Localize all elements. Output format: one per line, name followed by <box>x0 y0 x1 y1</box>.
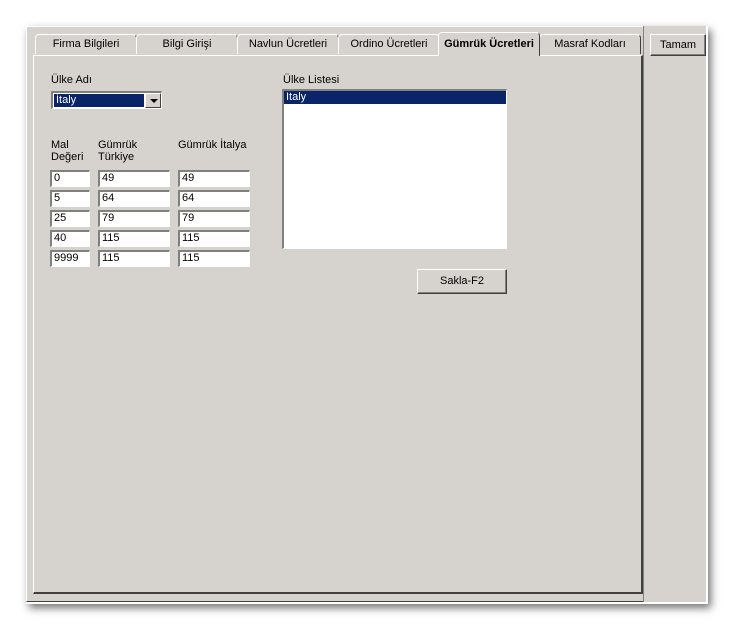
mal-degeri-input[interactable]: 40 <box>50 230 90 247</box>
header-mal-degeri: Mal Değeri <box>51 139 84 163</box>
country-select-value: İtaly <box>53 93 145 108</box>
header-gumruk-italya: Gümrük İtalya <box>178 139 247 151</box>
country-select[interactable]: İtaly <box>51 91 162 109</box>
gumruk-italya-input[interactable]: 49 <box>178 170 250 187</box>
country-listbox[interactable]: Italy <box>282 89 507 249</box>
mal-degeri-input[interactable]: 5 <box>50 190 90 207</box>
gumruk-italya-input[interactable]: 115 <box>178 230 250 247</box>
list-item[interactable]: Italy <box>284 91 506 104</box>
country-select-dropdown-button[interactable] <box>145 93 161 108</box>
gumruk-italya-input[interactable]: 64 <box>178 190 250 207</box>
gumruk-italya-input[interactable]: 79 <box>178 210 250 227</box>
country-name-label: Ülke Adı <box>51 74 92 86</box>
gumruk-turkiye-input[interactable]: 64 <box>98 190 170 207</box>
panel-content: Ülke Adı İtaly Mal Değeri Gümrük Türkiye… <box>0 0 732 628</box>
gumruk-turkiye-input[interactable]: 115 <box>98 230 170 247</box>
chevron-down-icon <box>150 99 158 103</box>
gumruk-turkiye-input[interactable]: 49 <box>98 170 170 187</box>
gumruk-italya-input[interactable]: 115 <box>178 250 250 267</box>
gumruk-turkiye-input[interactable]: 115 <box>98 250 170 267</box>
mal-degeri-input[interactable]: 0 <box>50 170 90 187</box>
gumruk-turkiye-input[interactable]: 79 <box>98 210 170 227</box>
save-button[interactable]: Sakla-F2 <box>417 269 507 294</box>
mal-degeri-input[interactable]: 9999 <box>50 250 90 267</box>
mal-degeri-input[interactable]: 25 <box>50 210 90 227</box>
header-gumruk-turkiye: Gümrük Türkiye <box>98 139 138 163</box>
country-list-label: Ülke Listesi <box>283 74 340 86</box>
